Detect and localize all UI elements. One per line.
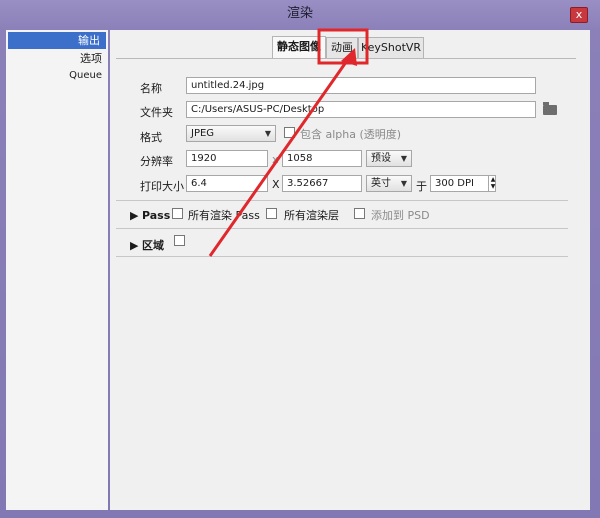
divider	[116, 200, 568, 201]
resolution-height-field[interactable]: 1058	[282, 150, 362, 167]
add-psd-checkbox[interactable]	[354, 208, 365, 219]
format-value: JPEG	[191, 128, 215, 139]
all-passes-checkbox[interactable]	[172, 208, 183, 219]
caret-right-icon: ▶	[130, 239, 139, 252]
all-layers-label: 所有渲染层	[284, 209, 339, 222]
region-checkbox[interactable]	[174, 235, 185, 246]
tab-divider	[116, 58, 576, 59]
print-height-field[interactable]: 3.52667	[282, 175, 362, 192]
alpha-checkbox[interactable]	[284, 127, 295, 138]
close-icon[interactable]: x	[570, 7, 588, 23]
chevron-down-icon: ▼	[400, 179, 407, 188]
region-expander[interactable]: ▶ 区域	[130, 237, 164, 253]
preset-label: 预设	[371, 153, 391, 164]
format-label: 格式	[140, 131, 162, 144]
pass-label: Pass	[141, 209, 171, 222]
print-width-field[interactable]: 6.4	[186, 175, 268, 192]
alpha-label: 包含 alpha (透明度)	[300, 128, 402, 141]
folder-label: 文件夹	[140, 106, 173, 119]
sidebar: 输出 选项 Queue	[6, 30, 108, 510]
all-passes-label: 所有渲染 Pass	[188, 209, 260, 222]
divider	[116, 228, 568, 229]
dpi-spinner[interactable]: ▲ ▼	[488, 176, 497, 191]
tab-keyshotvr[interactable]: KeyShotVR	[358, 37, 424, 58]
print-x-label: X	[272, 178, 280, 191]
sidebar-item-options[interactable]: 选项	[6, 50, 108, 67]
resolution-label: 分辨率	[140, 155, 173, 168]
print-size-label: 打印大小	[140, 180, 184, 193]
format-select[interactable]: JPEG ▼	[186, 125, 276, 142]
folder-browse-icon[interactable]	[543, 102, 557, 115]
dpi-field[interactable]: 300 DPI	[430, 175, 496, 192]
folder-field[interactable]: C:/Users/ASUS-PC/Desktop	[186, 101, 536, 118]
sidebar-item-output[interactable]: 输出	[8, 32, 106, 49]
all-layers-checkbox[interactable]	[266, 208, 277, 219]
unit-select[interactable]: 英寸 ▼	[366, 175, 412, 192]
unit-value: 英寸	[371, 178, 391, 189]
sidebar-item-queue[interactable]: Queue	[6, 67, 108, 84]
chevron-down-icon: ▼	[264, 129, 271, 138]
chevron-down-icon: ▼	[400, 154, 407, 163]
window-title: 渲染	[286, 6, 313, 21]
name-label: 名称	[140, 82, 162, 95]
resolution-x-label: x	[272, 153, 279, 166]
add-psd-label: 添加到 PSD	[371, 209, 430, 222]
at-label: 于	[416, 180, 427, 193]
resolution-width-field[interactable]: 1920	[186, 150, 268, 167]
tab-still-image[interactable]: 静态图像	[272, 36, 326, 58]
window-titlebar: 渲染	[0, 0, 600, 28]
tab-animation[interactable]: 动画	[326, 37, 358, 58]
pass-expander[interactable]: ▶ Pass	[130, 209, 170, 222]
name-field[interactable]: untitled.24.jpg	[186, 77, 536, 94]
caret-right-icon: ▶	[130, 209, 139, 222]
divider	[116, 256, 568, 257]
render-window: 渲染 x 输出 选项 Queue 静态图像 动画 KeyShotVR 名称 un…	[0, 0, 600, 518]
region-label: 区域	[141, 239, 164, 252]
main-panel: 静态图像 动画 KeyShotVR 名称 untitled.24.jpg 文件夹…	[110, 30, 590, 510]
preset-select[interactable]: 预设 ▼	[366, 150, 412, 167]
